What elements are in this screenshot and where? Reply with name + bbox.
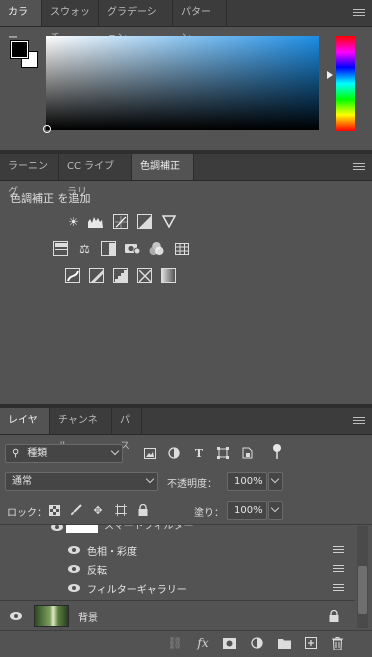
filter-blending-options-icon[interactable] bbox=[333, 584, 344, 593]
fill-input[interactable]: 100% bbox=[227, 501, 267, 520]
lock-all-icon[interactable] bbox=[136, 503, 150, 517]
blend-mode-select[interactable]: 通常 bbox=[5, 472, 158, 491]
invert-icon[interactable] bbox=[65, 268, 80, 283]
color-field-cursor[interactable] bbox=[43, 125, 51, 133]
tab-color[interactable]: カラー bbox=[0, 0, 42, 44]
tab-paths[interactable]: パス bbox=[112, 408, 142, 452]
fill-dropdown[interactable] bbox=[268, 501, 283, 520]
fill-label: 塗り： bbox=[194, 508, 224, 519]
layer-name: スマートフィルター bbox=[104, 524, 194, 532]
threshold-icon[interactable] bbox=[113, 268, 128, 283]
filter-name: 反転 bbox=[87, 566, 107, 577]
new-group-icon[interactable] bbox=[277, 636, 291, 650]
shape-layer-filter-icon[interactable] bbox=[216, 446, 230, 460]
layer-name: 背景 bbox=[78, 613, 98, 624]
smart-filter-mask-thumbnail bbox=[66, 525, 98, 533]
type-layer-filter-icon[interactable]: T bbox=[192, 446, 206, 460]
pixel-layer-filter-icon[interactable] bbox=[143, 446, 157, 460]
tab-cc-libraries[interactable]: CC ライブラリ bbox=[59, 154, 132, 198]
tab-gradients[interactable]: グラデーション bbox=[99, 0, 173, 44]
layer-lock-icon bbox=[327, 609, 341, 623]
levels-icon[interactable] bbox=[88, 214, 103, 229]
gradient-map-icon[interactable] bbox=[161, 268, 176, 283]
chevron-down-icon bbox=[270, 474, 280, 484]
search-icon: ⚲ bbox=[12, 448, 20, 459]
posterize-icon[interactable] bbox=[89, 268, 104, 283]
scrollbar-thumb[interactable] bbox=[358, 566, 367, 614]
foreground-color-swatch[interactable] bbox=[11, 41, 28, 58]
lock-image-pixels-icon[interactable] bbox=[69, 503, 83, 517]
color-balance-icon[interactable]: ⚖ bbox=[77, 241, 92, 256]
tab-patterns[interactable]: パターン bbox=[173, 0, 227, 44]
opacity-label: 不透明度： bbox=[167, 479, 217, 490]
adjustments-title: 色調補正 を追加 bbox=[10, 192, 91, 205]
tab-layers[interactable]: レイヤー bbox=[0, 408, 50, 452]
hue-slider[interactable] bbox=[336, 36, 355, 131]
curves-icon[interactable] bbox=[113, 214, 128, 229]
opacity-input[interactable]: 100% bbox=[227, 472, 267, 491]
filter-blending-options-icon[interactable] bbox=[333, 565, 344, 574]
chevron-down-icon bbox=[270, 503, 280, 513]
layer-filter-kind-select[interactable]: ⚲ 種類 bbox=[5, 444, 123, 463]
photo-filter-icon[interactable] bbox=[125, 241, 140, 256]
hue-saturation-icon[interactable] bbox=[53, 241, 68, 256]
tab-channels[interactable]: チャンネル bbox=[50, 408, 112, 452]
brightness-contrast-icon[interactable]: ☀ bbox=[66, 214, 81, 229]
layer-list[interactable]: スマートフィルター 色相・彩度 反転 フィルターギャラリー 背景 bbox=[0, 524, 372, 631]
smart-object-filter-icon[interactable] bbox=[240, 446, 254, 460]
eye-icon[interactable] bbox=[68, 565, 80, 573]
filter-kind-label: 種類 bbox=[27, 448, 48, 459]
add-layer-style-icon[interactable]: fx bbox=[196, 636, 210, 650]
eye-icon[interactable] bbox=[68, 584, 80, 592]
filter-toggle-icon[interactable] bbox=[273, 444, 281, 459]
filter-name: 色相・彩度 bbox=[87, 547, 137, 558]
layers-panel-tabbar: レイヤー チャンネル パス bbox=[0, 408, 372, 452]
new-layer-icon[interactable] bbox=[304, 636, 318, 650]
filter-row-invert[interactable]: 反転 bbox=[0, 560, 355, 578]
black-white-icon[interactable] bbox=[101, 241, 116, 256]
panel-menu-icon[interactable] bbox=[353, 163, 365, 171]
color-field[interactable] bbox=[46, 36, 319, 130]
adjust-panel-tabbar: ラーニング CC ライブラリ 色調補正 bbox=[0, 154, 372, 198]
layer-row-smart-filters[interactable]: スマートフィルター bbox=[0, 524, 355, 535]
panel-menu-icon[interactable] bbox=[353, 417, 365, 425]
tab-swatches[interactable]: スウォッチ bbox=[42, 0, 99, 44]
new-fill-adjustment-layer-icon[interactable] bbox=[250, 636, 264, 650]
exposure-icon[interactable] bbox=[137, 214, 152, 229]
filter-blending-options-icon[interactable] bbox=[333, 546, 344, 555]
eye-icon[interactable] bbox=[68, 546, 80, 554]
layer-row-background[interactable]: 背景 bbox=[0, 600, 355, 631]
layer-list-scrollbar[interactable] bbox=[357, 526, 368, 628]
add-layer-mask-icon[interactable] bbox=[222, 636, 236, 650]
color-panel-tabbar: カラー スウォッチ グラデーション パターン bbox=[0, 0, 372, 44]
lock-position-icon[interactable]: ✥ bbox=[91, 503, 105, 517]
chevron-down-icon bbox=[145, 474, 155, 484]
chevron-down-icon bbox=[110, 446, 120, 456]
blend-mode-value: 通常 bbox=[12, 476, 32, 487]
opacity-dropdown[interactable] bbox=[268, 472, 283, 491]
tab-learn[interactable]: ラーニング bbox=[0, 154, 59, 198]
panel-menu-icon[interactable] bbox=[353, 9, 365, 17]
eye-icon[interactable] bbox=[51, 525, 63, 531]
layer-thumbnail bbox=[34, 605, 69, 627]
hue-slider-handle[interactable] bbox=[327, 71, 333, 79]
lock-artboard-icon[interactable] bbox=[114, 503, 128, 517]
lock-transparent-pixels-icon[interactable] bbox=[47, 503, 61, 517]
adjustment-layer-filter-icon[interactable] bbox=[167, 446, 181, 460]
selective-color-icon[interactable] bbox=[137, 268, 152, 283]
filter-row-filter-gallery[interactable]: フィルターギャラリー bbox=[0, 579, 355, 597]
channel-mixer-icon[interactable] bbox=[149, 241, 164, 256]
lock-label: ロック： bbox=[7, 508, 47, 519]
delete-layer-icon[interactable] bbox=[330, 636, 344, 650]
tab-adjustments[interactable]: 色調補正 bbox=[132, 154, 194, 180]
link-layers-icon[interactable]: ⛓ bbox=[167, 636, 182, 650]
filter-name: フィルターギャラリー bbox=[87, 585, 187, 596]
filter-row-hue-saturation[interactable]: 色相・彩度 bbox=[0, 541, 355, 559]
color-panel: カラー スウォッチ グラデーション パターン bbox=[0, 0, 372, 150]
eye-icon[interactable] bbox=[10, 612, 22, 620]
vibrance-icon[interactable] bbox=[161, 214, 176, 229]
color-lookup-icon[interactable] bbox=[174, 241, 189, 256]
